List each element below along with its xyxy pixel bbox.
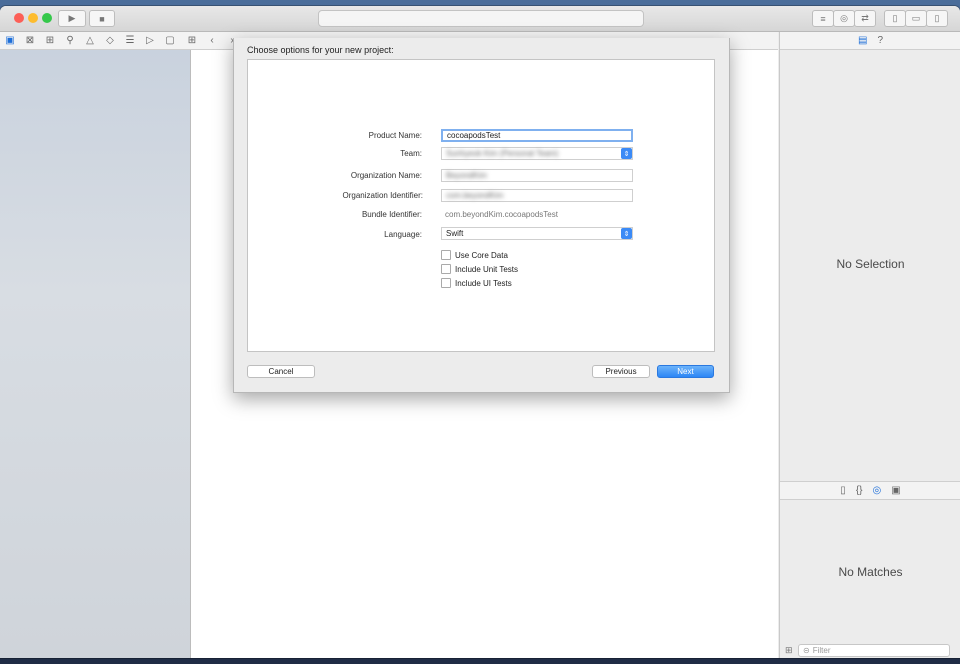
hierarchy-icon[interactable]: ⊞	[40, 35, 60, 46]
quick-help-icon[interactable]: ?	[877, 35, 883, 46]
organization-identifier-field[interactable]: com.beyondKim	[441, 189, 633, 202]
inspector-selector-bar: ▤ ?	[780, 32, 960, 50]
include-unit-tests-checkbox[interactable]: Include Unit Tests	[441, 264, 518, 274]
related-items-icon[interactable]: ⊞	[182, 35, 202, 46]
file-inspector-icon[interactable]: ▤	[858, 35, 867, 46]
organization-identifier-value: com.beyondKim	[446, 191, 504, 200]
grid-view-icon[interactable]: ⊞	[785, 645, 793, 656]
play-icon: ▶	[68, 13, 76, 23]
standard-editor-button[interactable]: ≡	[812, 10, 834, 27]
test-icon[interactable]: ◇	[100, 35, 120, 46]
toggle-utilities-button[interactable]: ▯	[926, 10, 948, 27]
file-template-icon[interactable]: ▯	[840, 485, 846, 496]
toolbar: ▶ ■ ≡ ◎ ⇄ ▯ ▭ ▯	[0, 6, 960, 32]
close-window-button[interactable]	[14, 13, 24, 23]
search-icon[interactable]: ⚲	[60, 35, 80, 46]
team-popup[interactable]: Sunhyeok Kim (Personal Team) ⇕	[441, 147, 633, 160]
version-editor-button[interactable]: ⇄	[854, 10, 876, 27]
include-ui-tests-checkbox[interactable]: Include UI Tests	[441, 278, 512, 288]
popup-arrows-icon: ⇕	[621, 228, 632, 239]
folder-icon[interactable]: ▣	[0, 35, 20, 46]
use-core-data-checkbox[interactable]: Use Core Data	[441, 250, 508, 260]
no-matches-label: No Matches	[838, 565, 903, 579]
cancel-button[interactable]: Cancel	[247, 365, 315, 378]
activity-viewer	[318, 10, 644, 27]
no-selection-label: No Selection	[836, 257, 905, 271]
utilities-panel: ▤ ? No Selection ▯ {} ◎ ▣ No Matches ⊞ ⊝…	[779, 32, 960, 658]
checkbox-box	[441, 250, 451, 260]
toggle-debug-area-button[interactable]: ▭	[905, 10, 927, 27]
checkbox-label: Use Core Data	[455, 250, 508, 260]
language-label: Language:	[384, 230, 422, 239]
toggle-navigator-button[interactable]: ▯	[884, 10, 906, 27]
filter-placeholder: Filter	[812, 646, 831, 655]
standard-editor-icon: ≡	[820, 13, 826, 24]
stop-icon: ■	[99, 13, 105, 24]
zoom-window-button[interactable]	[42, 13, 52, 23]
debug-icon[interactable]: ☰	[120, 35, 140, 46]
checkbox-box	[441, 264, 451, 274]
minimize-window-button[interactable]	[28, 13, 38, 23]
product-name-label: Product Name:	[368, 131, 422, 140]
checkbox-box	[441, 278, 451, 288]
left-panel-icon: ▯	[892, 13, 898, 23]
object-library-icon[interactable]: ◎	[873, 485, 882, 496]
organization-name-label: Organization Name:	[350, 171, 422, 180]
sheet-title: Choose options for your new project:	[247, 45, 394, 55]
report-icon[interactable]: ▢	[160, 35, 180, 46]
organization-name-field[interactable]: BeyondKim	[441, 169, 633, 182]
project-navigator	[0, 50, 191, 658]
bundle-identifier-value: com.beyondKim.cocoapodsTest	[445, 210, 558, 219]
stop-button[interactable]: ■	[89, 10, 115, 27]
chevron-left-icon[interactable]: ‹	[202, 35, 222, 46]
warning-icon[interactable]: △	[80, 35, 100, 46]
previous-button[interactable]: Previous	[592, 365, 650, 378]
media-library-icon[interactable]: ▣	[891, 485, 900, 496]
bottom-panel-icon: ▭	[911, 13, 921, 23]
library-filter-field[interactable]: ⊝ Filter	[798, 644, 950, 657]
breakpoint-icon[interactable]: ▷	[140, 35, 160, 46]
product-name-field[interactable]: cocoapodsTest	[441, 129, 633, 142]
popup-arrows-icon: ⇕	[621, 148, 632, 159]
assistant-editor-button[interactable]: ◎	[833, 10, 855, 27]
version-editor-icon: ⇄	[861, 13, 869, 23]
source-control-icon[interactable]: ⊠	[20, 35, 40, 46]
language-value: Swift	[446, 229, 464, 238]
new-project-sheet: Choose options for your new project: Pro…	[233, 38, 730, 393]
team-label: Team:	[400, 149, 422, 158]
project-options-panel: Product Name: cocoapodsTest Team: Sunhye…	[247, 59, 715, 352]
run-button[interactable]: ▶	[58, 10, 86, 27]
xcode-window: ▶ ■ ≡ ◎ ⇄ ▯ ▭ ▯ ▣ ⊠ ⊞ ⚲ △ ◇ ☰ ▷ ▢ ⊞ ‹ › …	[0, 6, 960, 658]
filter-icon: ⊝	[803, 646, 810, 655]
organization-name-value: BeyondKim	[446, 171, 487, 180]
checkbox-label: Include UI Tests	[455, 278, 512, 288]
product-name-value: cocoapodsTest	[447, 131, 501, 140]
organization-identifier-label: Organization Identifier:	[342, 191, 424, 200]
next-button[interactable]: Next	[657, 365, 714, 378]
assistant-editor-icon: ◎	[840, 13, 848, 23]
right-panel-icon: ▯	[934, 13, 940, 23]
library-selector-bar: ▯ {} ◎ ▣	[780, 481, 960, 500]
bundle-identifier-label: Bundle Identifier:	[361, 210, 422, 219]
checkbox-label: Include Unit Tests	[455, 264, 518, 274]
code-snippet-icon[interactable]: {}	[856, 485, 863, 496]
team-value: Sunhyeok Kim (Personal Team)	[446, 149, 559, 158]
language-popup[interactable]: Swift ⇕	[441, 227, 633, 240]
